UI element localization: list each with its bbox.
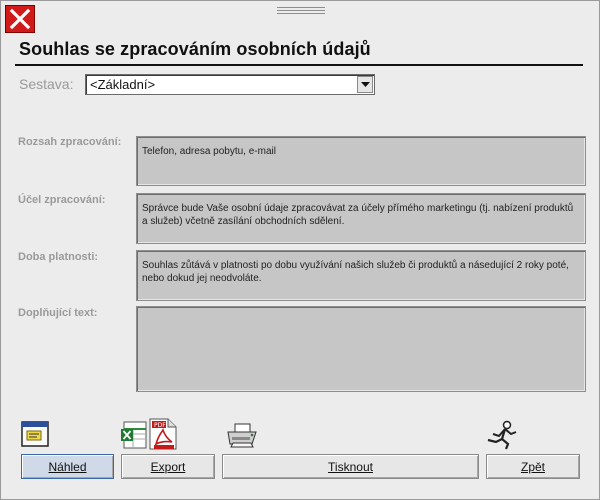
back-button[interactable]: Zpět [486,454,580,479]
dialog-title: Souhlas se zpracováním osobních údajů [19,39,371,59]
validity-label: Doba platnosti: [18,251,99,263]
report-select[interactable]: <Základní> [85,74,375,95]
report-label: Sestava: [19,76,74,92]
scope-field[interactable]: Telefon, adresa pobytu, e-mail [136,136,586,186]
dropdown-button[interactable] [357,76,373,93]
title-divider [15,64,583,66]
export-button[interactable]: Export [121,454,215,479]
dialog-window: Souhlas se zpracováním osobních údajů Se… [0,0,600,500]
additional-text-field[interactable] [136,306,586,392]
validity-field[interactable]: Souhlas zůtává v platnosti po dobu využí… [136,250,586,301]
window-preview-icon [21,421,49,447]
drag-handle[interactable] [277,7,325,17]
preview-button[interactable]: Náhled [21,454,114,479]
purpose-field[interactable]: Správce bude Vaše osobní údaje zpracováv… [136,193,586,244]
report-select-value: <Základní> [90,77,156,92]
print-button[interactable]: Tisknout [222,454,479,479]
scope-label: Rozsah zpracování: [18,136,122,148]
running-man-icon [487,420,517,450]
close-button[interactable] [5,5,35,33]
printer-icon [227,423,257,448]
pdf-icon: PDF [149,418,177,450]
chevron-down-icon [360,81,370,87]
svg-text:PDF: PDF [154,422,166,429]
excel-icon [121,421,147,449]
close-icon [9,8,31,30]
purpose-label: Účel zpracování: [18,194,106,206]
additional-text-label: Doplňující text: [18,307,98,319]
